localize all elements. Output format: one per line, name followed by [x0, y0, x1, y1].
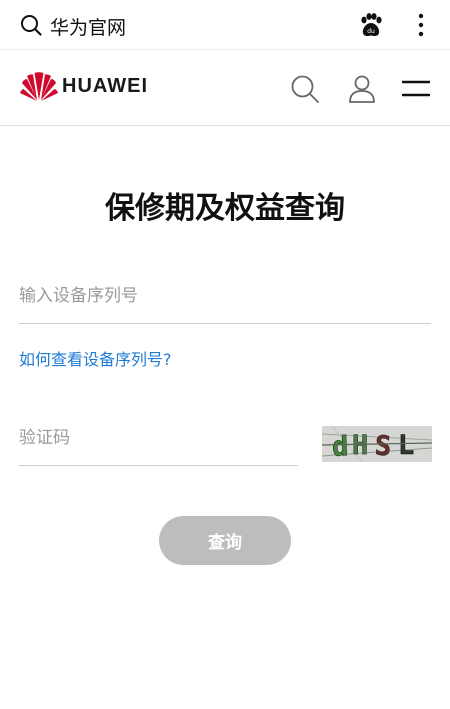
baidu-paw-icon[interactable]: du [358, 12, 384, 38]
more-options-icon[interactable] [414, 12, 428, 38]
captcha-input[interactable] [19, 418, 298, 458]
svg-text:L: L [398, 430, 414, 461]
svg-text:H: H [352, 430, 368, 461]
huawei-logo[interactable]: HUAWEI [20, 70, 148, 102]
query-submit-button[interactable]: 查询 [159, 516, 291, 565]
browser-bar: 华为官网 du [0, 0, 450, 50]
captcha-field [19, 418, 298, 466]
serial-number-input[interactable] [19, 276, 431, 316]
huawei-flower-icon [20, 72, 58, 101]
serial-number-field [19, 276, 431, 324]
captcha-image[interactable]: d H S L [322, 426, 432, 462]
site-header: HUAWEI [0, 50, 450, 126]
brand-name: HUAWEI [62, 74, 148, 97]
how-to-find-serial-link[interactable]: 如何查看设备序列号? [19, 346, 172, 370]
captcha-picture: d H S L [322, 426, 432, 462]
user-account-icon[interactable] [347, 74, 377, 104]
search-icon[interactable] [290, 74, 320, 104]
page-title: 保修期及权益查询 [105, 191, 345, 226]
hamburger-menu-icon[interactable] [402, 78, 430, 100]
site-title[interactable]: 华为官网 [50, 13, 126, 40]
svg-text:S: S [374, 431, 392, 462]
search-icon[interactable] [20, 14, 42, 36]
svg-text:du: du [367, 28, 375, 35]
svg-text:d: d [331, 431, 348, 462]
